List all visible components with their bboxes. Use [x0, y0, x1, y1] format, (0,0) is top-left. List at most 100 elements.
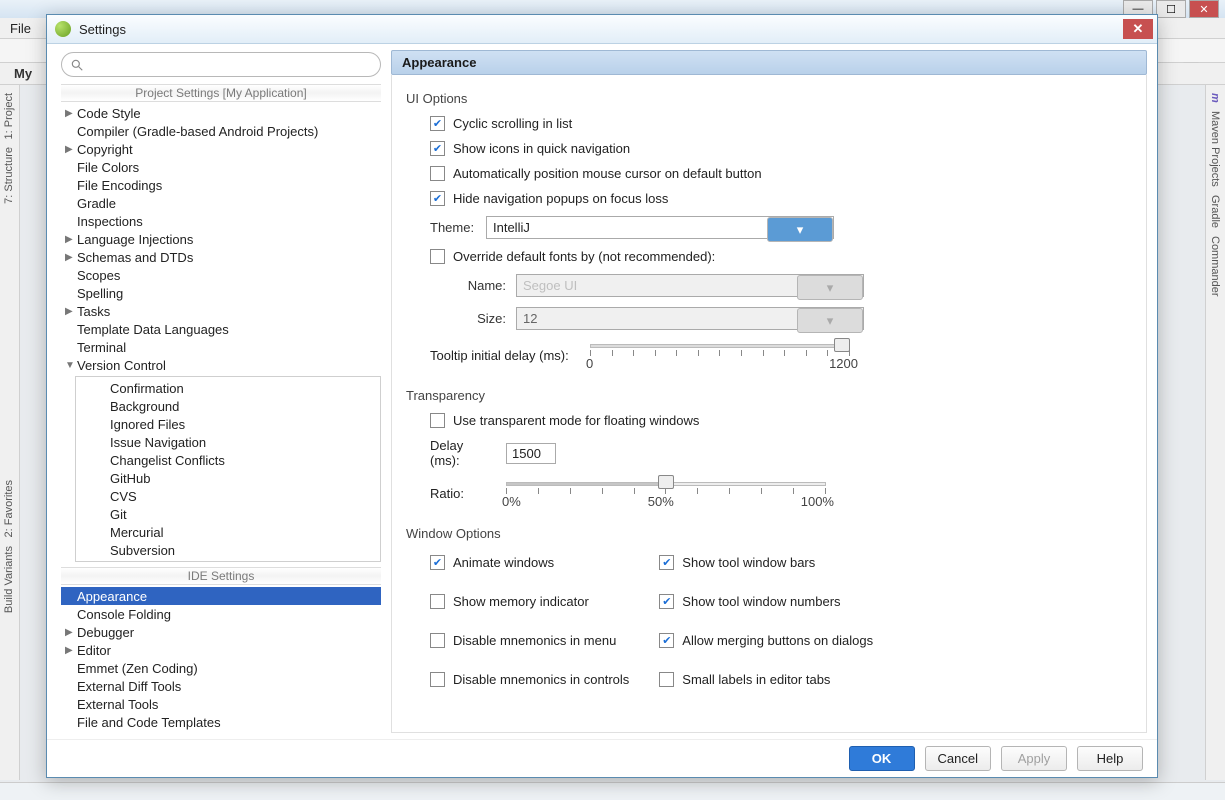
lbl-animate: Animate windows	[453, 555, 554, 570]
tree-appearance[interactable]: Appearance	[61, 587, 381, 605]
font-size-combo: 12 ▾	[516, 307, 864, 330]
dialog-close-button[interactable]: ✕	[1123, 19, 1153, 39]
dialog-titlebar[interactable]: Settings ✕	[47, 15, 1157, 44]
tree-schemas[interactable]: ▶Schemas and DTDs	[61, 248, 381, 266]
search-icon	[70, 58, 84, 72]
font-size-value: 12	[517, 308, 797, 329]
tool-build-variants[interactable]: Build Variants	[3, 546, 15, 613]
tool-favorites[interactable]: 2: Favorites	[3, 480, 15, 537]
tool-gradle[interactable]: Gradle	[1209, 195, 1221, 228]
tree-ext-diff[interactable]: External Diff Tools	[61, 677, 381, 695]
tool-project[interactable]: 1: Project	[3, 93, 15, 139]
tree-debugger[interactable]: ▶Debugger	[61, 623, 381, 641]
transp-delay-field[interactable]: 1500	[506, 443, 556, 464]
tree-console-folding[interactable]: Console Folding	[61, 605, 381, 623]
appearance-panel: UI Options Cyclic scrolling in list Show…	[391, 75, 1147, 733]
tree-terminal[interactable]: Terminal	[61, 338, 381, 356]
project-settings-header: Project Settings [My Application]	[61, 84, 381, 102]
lbl-small-labels: Small labels in editor tabs	[682, 672, 830, 687]
lbl-mn-ctrl: Disable mnemonics in controls	[453, 672, 629, 687]
chk-transparent-mode[interactable]	[430, 413, 445, 428]
tree-vcs-changelist[interactable]: Changelist Conflicts	[76, 451, 380, 469]
lbl-transparent: Use transparent mode for floating window…	[453, 413, 699, 428]
chk-hide-nav[interactable]	[430, 191, 445, 206]
tree-vcs-subversion[interactable]: Subversion	[76, 541, 380, 559]
tree-version-control[interactable]: ▼Version Control	[61, 356, 381, 374]
chk-merge[interactable]	[659, 633, 674, 648]
ratio-slider[interactable]: 0%50%100%	[506, 478, 826, 508]
tool-structure[interactable]: 7: Structure	[3, 147, 15, 204]
menu-file[interactable]: File	[10, 21, 31, 36]
apply-button[interactable]: Apply	[1001, 746, 1067, 771]
chk-tool-nums[interactable]	[659, 594, 674, 609]
tree-template-dl[interactable]: Template Data Languages	[61, 320, 381, 338]
transparency-title: Transparency	[406, 388, 1132, 403]
tooltip-delay-label: Tooltip initial delay (ms):	[430, 348, 580, 363]
ok-button[interactable]: OK	[849, 746, 915, 771]
theme-combo[interactable]: IntelliJ ▾	[486, 216, 834, 239]
chk-small-labels[interactable]	[659, 672, 674, 687]
tooltip-delay-slider[interactable]: 01200	[590, 340, 850, 370]
tree-vcs-cvs[interactable]: CVS	[76, 487, 380, 505]
tree-gradle[interactable]: Gradle	[61, 194, 381, 212]
bg-max-button[interactable]: ☐	[1156, 0, 1186, 18]
chk-animate[interactable]	[430, 555, 445, 570]
cancel-button[interactable]: Cancel	[925, 746, 991, 771]
tree-vcs-confirmation[interactable]: Confirmation	[76, 379, 380, 397]
lbl-show-icons: Show icons in quick navigation	[453, 141, 630, 156]
tree-ext-tools[interactable]: External Tools	[61, 695, 381, 713]
tree-compiler[interactable]: Compiler (Gradle-based Android Projects)	[61, 122, 381, 140]
settings-search-input[interactable]	[61, 52, 381, 77]
tree-file-colors[interactable]: File Colors	[61, 158, 381, 176]
slider-max: 1200	[829, 356, 858, 371]
tree-vcs-git[interactable]: Git	[76, 505, 380, 523]
vcs-children: Confirmation Background Ignored Files Is…	[75, 376, 381, 562]
tool-maven[interactable]: Maven Projects	[1209, 111, 1221, 187]
left-tool-strip: 1: Project 7: Structure 2: Favorites Bui…	[0, 85, 20, 780]
tree-file-encodings[interactable]: File Encodings	[61, 176, 381, 194]
tree-vcs-mercurial[interactable]: Mercurial	[76, 523, 380, 541]
dialog-title: Settings	[79, 22, 126, 37]
bg-close-button[interactable]: ✕	[1189, 0, 1219, 18]
lbl-memory: Show memory indicator	[453, 594, 589, 609]
chk-mn-ctrl[interactable]	[430, 672, 445, 687]
font-name-combo: Segoe UI ▾	[516, 274, 864, 297]
chk-tool-bars[interactable]	[659, 555, 674, 570]
tree-vcs-issue-nav[interactable]: Issue Navigation	[76, 433, 380, 451]
tree-scopes[interactable]: Scopes	[61, 266, 381, 284]
tree-lang-injections[interactable]: ▶Language Injections	[61, 230, 381, 248]
tree-vcs-github[interactable]: GitHub	[76, 469, 380, 487]
lbl-tool-nums: Show tool window numbers	[682, 594, 840, 609]
maven-m-icon: m	[1209, 93, 1221, 103]
tree-editor[interactable]: ▶Editor	[61, 641, 381, 659]
chk-mn-menu[interactable]	[430, 633, 445, 648]
project-settings-tree: ▶Code Style Compiler (Gradle-based Andro…	[61, 104, 381, 564]
chk-override-fonts[interactable]	[430, 249, 445, 264]
tree-vcs-background[interactable]: Background	[76, 397, 380, 415]
chevron-down-icon: ▾	[797, 308, 863, 333]
lbl-override: Override default fonts by (not recommend…	[453, 249, 715, 264]
chk-auto-mouse[interactable]	[430, 166, 445, 181]
tree-file-templates[interactable]: File and Code Templates	[61, 713, 381, 731]
tree-emmet[interactable]: Emmet (Zen Coding)	[61, 659, 381, 677]
ratio-50: 50%	[648, 494, 674, 509]
tool-commander[interactable]: Commander	[1209, 236, 1221, 297]
font-name-value: Segoe UI	[517, 275, 797, 296]
lbl-tool-bars: Show tool window bars	[682, 555, 815, 570]
tree-spelling[interactable]: Spelling	[61, 284, 381, 302]
tree-vcs-ignored[interactable]: Ignored Files	[76, 415, 380, 433]
chk-cyclic-scrolling[interactable]	[430, 116, 445, 131]
tree-tasks[interactable]: ▶Tasks	[61, 302, 381, 320]
chk-show-icons[interactable]	[430, 141, 445, 156]
tree-inspections[interactable]: Inspections	[61, 212, 381, 230]
tree-copyright[interactable]: ▶Copyright	[61, 140, 381, 158]
ui-options-title: UI Options	[406, 91, 1132, 106]
right-tool-strip: m Maven Projects Gradle Commander	[1205, 85, 1225, 780]
help-button[interactable]: Help	[1077, 746, 1143, 771]
chevron-down-icon: ▾	[767, 217, 833, 242]
ratio-100: 100%	[801, 494, 834, 509]
ide-settings-header: IDE Settings	[61, 567, 381, 585]
chk-memory[interactable]	[430, 594, 445, 609]
slider-thumb[interactable]	[658, 475, 674, 489]
tree-code-style[interactable]: ▶Code Style	[61, 104, 381, 122]
